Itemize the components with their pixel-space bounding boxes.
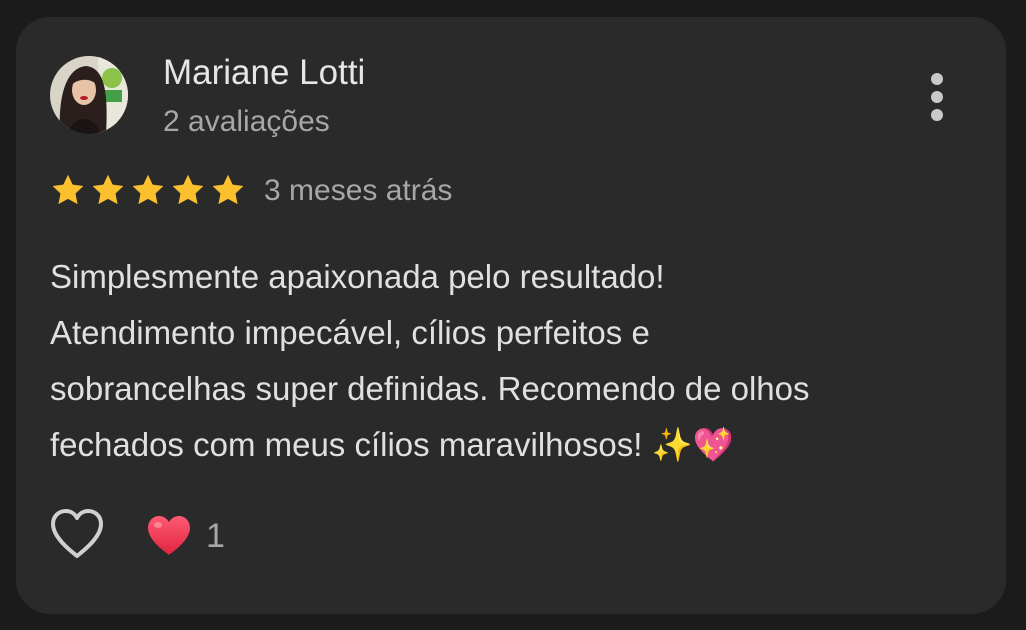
more-options-button[interactable] <box>920 67 954 127</box>
avatar[interactable] <box>50 56 128 134</box>
review-time: 3 meses atrás <box>264 174 453 207</box>
review-card: Mariane Lotti 2 avaliações 3 meses atrás… <box>16 17 1006 614</box>
reaction-count: 1 <box>206 516 225 555</box>
reviewer-review-count: 2 avaliações <box>163 105 330 138</box>
reviewer-name[interactable]: Mariane Lotti <box>163 53 365 93</box>
review-text-line: fechados com meus cílios maravilhosos! ✨… <box>50 426 734 463</box>
star-rating <box>50 172 246 208</box>
star-icon <box>212 174 244 205</box>
star-icon <box>52 174 84 205</box>
heart-outline-icon <box>51 509 103 558</box>
red-heart-icon <box>148 516 190 555</box>
review-text-line: Atendimento impecável, cílios perfeitos … <box>50 314 650 351</box>
more-vert-icon-dot <box>931 91 943 103</box>
like-button[interactable] <box>48 507 106 561</box>
more-vert-icon-dot <box>931 73 943 85</box>
star-icon <box>172 174 204 205</box>
review-text: Simplesmente apaixonada pelo resultado! … <box>50 249 980 473</box>
review-text-line: Simplesmente apaixonada pelo resultado! <box>50 258 665 295</box>
review-text-line: sobrancelhas super definidas. Recomendo … <box>50 370 810 407</box>
more-vert-icon-dot <box>931 109 943 121</box>
star-icon <box>132 174 164 205</box>
star-icon <box>92 174 124 205</box>
reaction-summary[interactable]: 1 <box>146 511 225 561</box>
